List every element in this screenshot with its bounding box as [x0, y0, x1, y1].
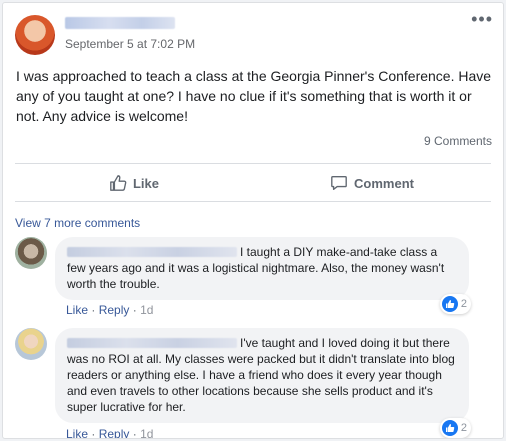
like-reaction-icon: [441, 420, 458, 436]
post-actions: Like Comment: [15, 166, 491, 200]
divider: [15, 201, 491, 202]
reaction-count: 2: [460, 422, 467, 434]
comment-button[interactable]: Comment: [253, 166, 491, 200]
post-card: September 5 at 7:02 PM ••• I was approac…: [2, 2, 504, 439]
author-avatar[interactable]: [15, 15, 55, 55]
commenter-avatar[interactable]: [15, 328, 47, 360]
reaction-badge[interactable]: 2: [439, 294, 471, 314]
like-label: Like: [132, 175, 159, 191]
comment-meta: Like · Reply · 1d: [66, 303, 153, 317]
author-name-redacted[interactable]: [65, 17, 175, 29]
reaction-count: 2: [460, 298, 467, 310]
comment-like-link[interactable]: Like: [66, 427, 88, 438]
comment-time[interactable]: 1d: [140, 427, 153, 438]
commenter-avatar[interactable]: [15, 237, 47, 269]
comment-like-link[interactable]: Like: [66, 303, 88, 317]
reaction-badge[interactable]: 2: [439, 418, 471, 438]
comment-reply-link[interactable]: Reply: [99, 427, 130, 438]
view-more-comments-link[interactable]: View 7 more comments: [15, 216, 140, 230]
separator: ·: [91, 427, 96, 439]
more-options-icon[interactable]: •••: [471, 10, 493, 28]
commenter-name-redacted[interactable]: [67, 338, 237, 348]
comment-label: Comment: [354, 175, 414, 191]
thumbs-up-icon: [110, 175, 127, 191]
comment-reply-link[interactable]: Reply: [99, 303, 130, 317]
commenter-name-redacted[interactable]: [67, 247, 237, 257]
comment-time[interactable]: 1d: [140, 303, 153, 317]
post-body: I was approached to teach a class at the…: [16, 68, 492, 124]
like-button[interactable]: Like: [15, 166, 253, 200]
like-reaction-icon: [441, 296, 458, 312]
divider: [15, 163, 491, 164]
post-timestamp[interactable]: September 5 at 7:02 PM: [65, 37, 195, 51]
comment-item: I taught a DIY make-and-take class a few…: [15, 237, 491, 321]
comments-count[interactable]: 9 Comments: [424, 134, 492, 148]
post-header: September 5 at 7:02 PM •••: [3, 3, 503, 63]
comment-bubble: I taught a DIY make-and-take class a few…: [55, 237, 469, 300]
comment-bubble: I've taught and I loved doing it but the…: [55, 328, 469, 423]
separator: ·: [132, 303, 137, 317]
comment-icon: [331, 176, 347, 190]
comment-item: I've taught and I loved doing it but the…: [15, 328, 491, 439]
comment-meta: Like · Reply · 1d: [66, 427, 153, 439]
separator: ·: [132, 427, 137, 439]
separator: ·: [91, 303, 96, 317]
